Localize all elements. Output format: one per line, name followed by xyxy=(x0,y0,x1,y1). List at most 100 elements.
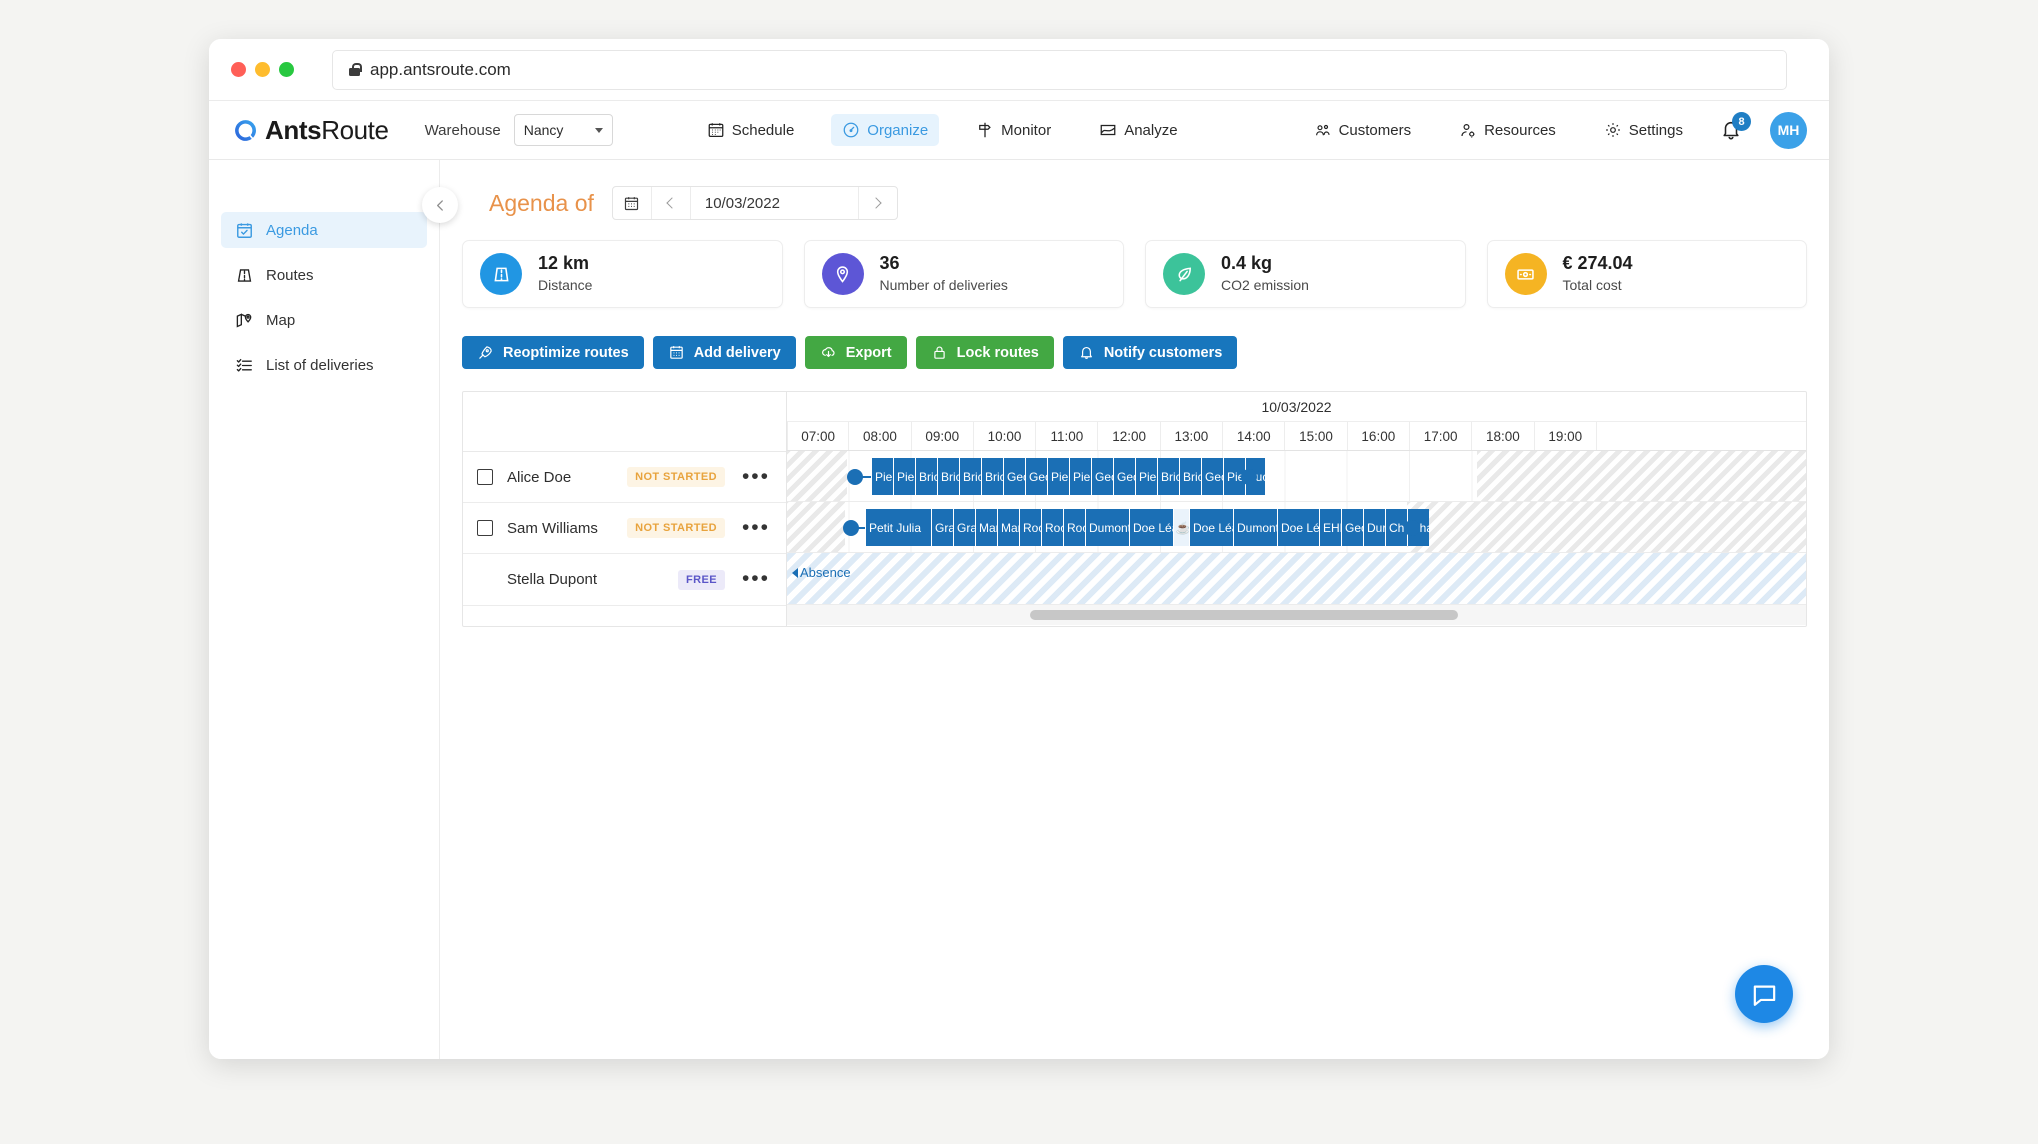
gantt-task[interactable]: Geo xyxy=(1003,458,1025,495)
status-badge: FREE xyxy=(678,570,725,590)
open-calendar-button[interactable] xyxy=(613,187,652,219)
row-checkbox-alice-doe[interactable] xyxy=(477,469,493,485)
more-options-icon[interactable]: ••• xyxy=(742,573,770,586)
more-options-icon[interactable]: ••• xyxy=(742,471,770,484)
kpi-card-distance: 12 km Distance xyxy=(462,240,783,308)
road-icon xyxy=(480,253,522,295)
kpi-label-total-cost: Total cost xyxy=(1563,275,1633,296)
gantt-track-alice-doe[interactable]: PierPierBricBricBricBricGeoGeoPierPierGe… xyxy=(787,451,1806,502)
gantt-task[interactable]: Pier xyxy=(893,458,915,495)
sidebar-item-routes[interactable]: Routes xyxy=(221,257,427,293)
gantt-task[interactable]: Mar xyxy=(997,509,1019,546)
table-row[interactable]: Stella Dupont FREE ••• xyxy=(463,554,786,606)
export-button[interactable]: Export xyxy=(805,336,907,369)
lock-routes-button[interactable]: Lock routes xyxy=(916,336,1054,369)
route-end-marker[interactable] xyxy=(1241,469,1257,485)
gantt-task[interactable]: Geo xyxy=(1025,458,1047,495)
add-delivery-button[interactable]: Add delivery xyxy=(653,336,796,369)
chevron-left-icon xyxy=(432,197,449,214)
gantt-task[interactable]: Gra xyxy=(953,509,975,546)
route-connector xyxy=(857,527,865,529)
date-input[interactable]: 10/03/2022 xyxy=(691,187,858,219)
gantt-task[interactable]: Roc xyxy=(1019,509,1041,546)
horizontal-scrollbar[interactable] xyxy=(787,605,1806,625)
chart-icon xyxy=(1099,121,1117,139)
nav-item-resources-label: Resources xyxy=(1484,122,1556,139)
scrollbar-thumb[interactable] xyxy=(1030,610,1458,620)
sidebar-item-agenda[interactable]: Agenda xyxy=(221,212,427,248)
status-badge: NOT STARTED xyxy=(627,518,725,538)
gantt-task[interactable]: Bric xyxy=(959,458,981,495)
gantt-task[interactable]: Doe Léa xyxy=(1189,509,1233,546)
nav-item-analyze[interactable]: Analyze xyxy=(1088,114,1188,146)
hour-label: 14:00 xyxy=(1223,422,1285,450)
gantt-task[interactable]: Bric xyxy=(1157,458,1179,495)
warehouse-select[interactable]: Nancy xyxy=(514,114,613,146)
close-window-button[interactable] xyxy=(231,62,246,77)
nav-item-customers[interactable]: Customers xyxy=(1303,114,1423,146)
gantt-task[interactable]: Roc xyxy=(1041,509,1063,546)
gantt-task[interactable]: Gra xyxy=(931,509,953,546)
gantt-task[interactable]: Roc xyxy=(1063,509,1085,546)
maximize-window-button[interactable] xyxy=(279,62,294,77)
pin-icon xyxy=(822,253,864,295)
gantt-task[interactable]: Petit Julia xyxy=(865,509,931,546)
gantt-task[interactable]: Doe Léa xyxy=(1277,509,1319,546)
route-end-marker[interactable] xyxy=(1404,520,1420,536)
nav-item-organize[interactable]: Organize xyxy=(831,114,939,146)
hour-label: 08:00 xyxy=(849,422,911,450)
next-day-button[interactable] xyxy=(858,187,897,219)
gantt-task[interactable]: Bric xyxy=(981,458,1003,495)
page-title: Agenda of xyxy=(489,190,594,217)
previous-day-button[interactable] xyxy=(652,187,691,219)
table-row[interactable]: Sam Williams NOT STARTED ••• xyxy=(463,503,786,554)
hour-label: 12:00 xyxy=(1098,422,1160,450)
gantt-task[interactable]: Dumont xyxy=(1233,509,1277,546)
gantt-task[interactable]: Bric xyxy=(1179,458,1201,495)
minimize-window-button[interactable] xyxy=(255,62,270,77)
nav-item-resources[interactable]: Resources xyxy=(1448,114,1567,146)
gantt-task[interactable]: Dumont xyxy=(1085,509,1129,546)
gantt-track-sam-williams[interactable]: Petit JuliaGraGraMarMarRocRocRocDumontDo… xyxy=(787,502,1806,553)
reoptimize-routes-button[interactable]: Reoptimize routes xyxy=(462,336,644,369)
gantt-task[interactable]: Mar xyxy=(975,509,997,546)
brand-logo[interactable]: AntsRoute xyxy=(233,115,389,146)
gantt-task[interactable]: Pier xyxy=(1069,458,1091,495)
table-row[interactable]: Alice Doe NOT STARTED ••• xyxy=(463,452,786,503)
gantt-task[interactable]: Geo xyxy=(1113,458,1135,495)
gantt-task[interactable]: Geo xyxy=(1091,458,1113,495)
address-bar[interactable]: app.antsroute.com xyxy=(332,50,1787,90)
window-controls[interactable] xyxy=(231,62,294,77)
collapse-sidebar-button[interactable] xyxy=(422,187,458,223)
gantt-task[interactable]: Pier xyxy=(1047,458,1069,495)
sidebar-item-agenda-label: Agenda xyxy=(266,222,318,239)
nav-item-schedule[interactable]: Schedule xyxy=(696,114,806,146)
avatar[interactable]: MH xyxy=(1770,112,1807,149)
nav-item-settings[interactable]: Settings xyxy=(1593,114,1694,146)
sidebar-item-map[interactable]: Map xyxy=(221,302,427,338)
chevron-right-icon xyxy=(871,197,882,208)
gantt-task[interactable]: Geo xyxy=(1341,509,1363,546)
gantt-break[interactable]: ☕ xyxy=(1173,509,1189,546)
unavailable-region xyxy=(1477,451,1806,501)
resource-name: Sam Williams xyxy=(507,520,598,537)
gantt-task[interactable]: Pier xyxy=(1135,458,1157,495)
gantt-task[interactable]: Bric xyxy=(937,458,959,495)
sidebar-item-list-of-deliveries[interactable]: List of deliveries xyxy=(221,347,427,383)
nav-item-monitor[interactable]: Monitor xyxy=(965,114,1062,146)
gantt-track-stella-dupont[interactable]: Absence xyxy=(787,553,1806,605)
row-checkbox-sam-williams[interactable] xyxy=(477,520,493,536)
notify-customers-button[interactable]: Notify customers xyxy=(1063,336,1237,369)
kpi-card-total-cost: € 274.04 Total cost xyxy=(1487,240,1808,308)
gantt-task[interactable]: Dur xyxy=(1363,509,1385,546)
chat-support-button[interactable] xyxy=(1735,965,1793,1023)
gantt-task[interactable]: Pier xyxy=(871,458,893,495)
gantt-task[interactable]: EHP xyxy=(1319,509,1341,546)
gantt-task[interactable]: Doe Léa xyxy=(1129,509,1173,546)
absence-region[interactable] xyxy=(787,553,1806,604)
more-options-icon[interactable]: ••• xyxy=(742,522,770,535)
gantt-task[interactable]: Geo xyxy=(1201,458,1223,495)
agenda-bar: Agenda of 10/03/2022 xyxy=(462,160,1807,240)
notifications-button[interactable]: 8 xyxy=(1720,118,1742,142)
gantt-task[interactable]: Bric xyxy=(915,458,937,495)
